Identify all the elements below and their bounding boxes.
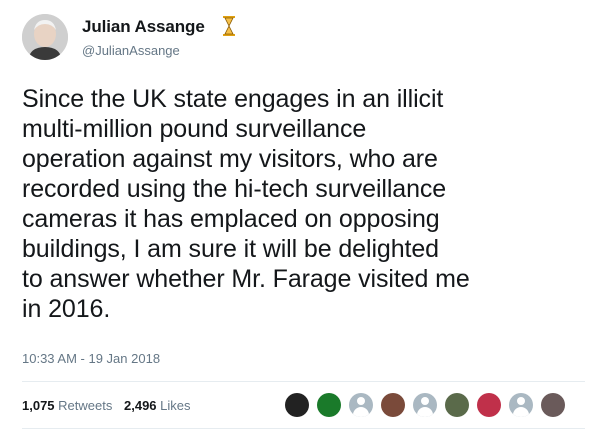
- liker-avatar-2[interactable]: [317, 393, 341, 417]
- divider: [22, 428, 585, 429]
- author-avatar[interactable]: [22, 14, 68, 60]
- retweets-label: Retweets: [58, 398, 113, 413]
- tweet-stats: 1,075 Retweets 2,496 Likes: [22, 398, 191, 413]
- tweet-timestamp[interactable]: 10:33 AM - 19 Jan 2018: [22, 351, 160, 366]
- retweets-count: 1,075: [22, 398, 55, 413]
- liker-avatar-6[interactable]: [445, 393, 469, 417]
- retweets-stat[interactable]: 1,075 Retweets: [22, 398, 112, 413]
- likes-label: Likes: [160, 398, 191, 413]
- likes-count: 2,496: [124, 398, 157, 413]
- liker-avatar-5[interactable]: [413, 393, 437, 417]
- liker-avatar-4[interactable]: [381, 393, 405, 417]
- divider: [22, 381, 585, 382]
- liker-avatar-1[interactable]: [285, 393, 309, 417]
- liker-avatar-9[interactable]: [541, 393, 565, 417]
- avatar-photo: [22, 14, 68, 60]
- tweet-text: Since the UK state engages in an illicit…: [22, 85, 470, 323]
- likes-stat[interactable]: 2,496 Likes: [124, 398, 191, 413]
- author-handle[interactable]: @JulianAssange: [82, 43, 180, 58]
- hourglass-icon: [223, 16, 235, 36]
- author-display-name[interactable]: Julian Assange: [82, 17, 205, 37]
- liker-avatar-8[interactable]: [509, 393, 533, 417]
- liker-avatar-3[interactable]: [349, 393, 373, 417]
- liker-avatar-7[interactable]: [477, 393, 501, 417]
- likers-avatar-row: [285, 393, 573, 417]
